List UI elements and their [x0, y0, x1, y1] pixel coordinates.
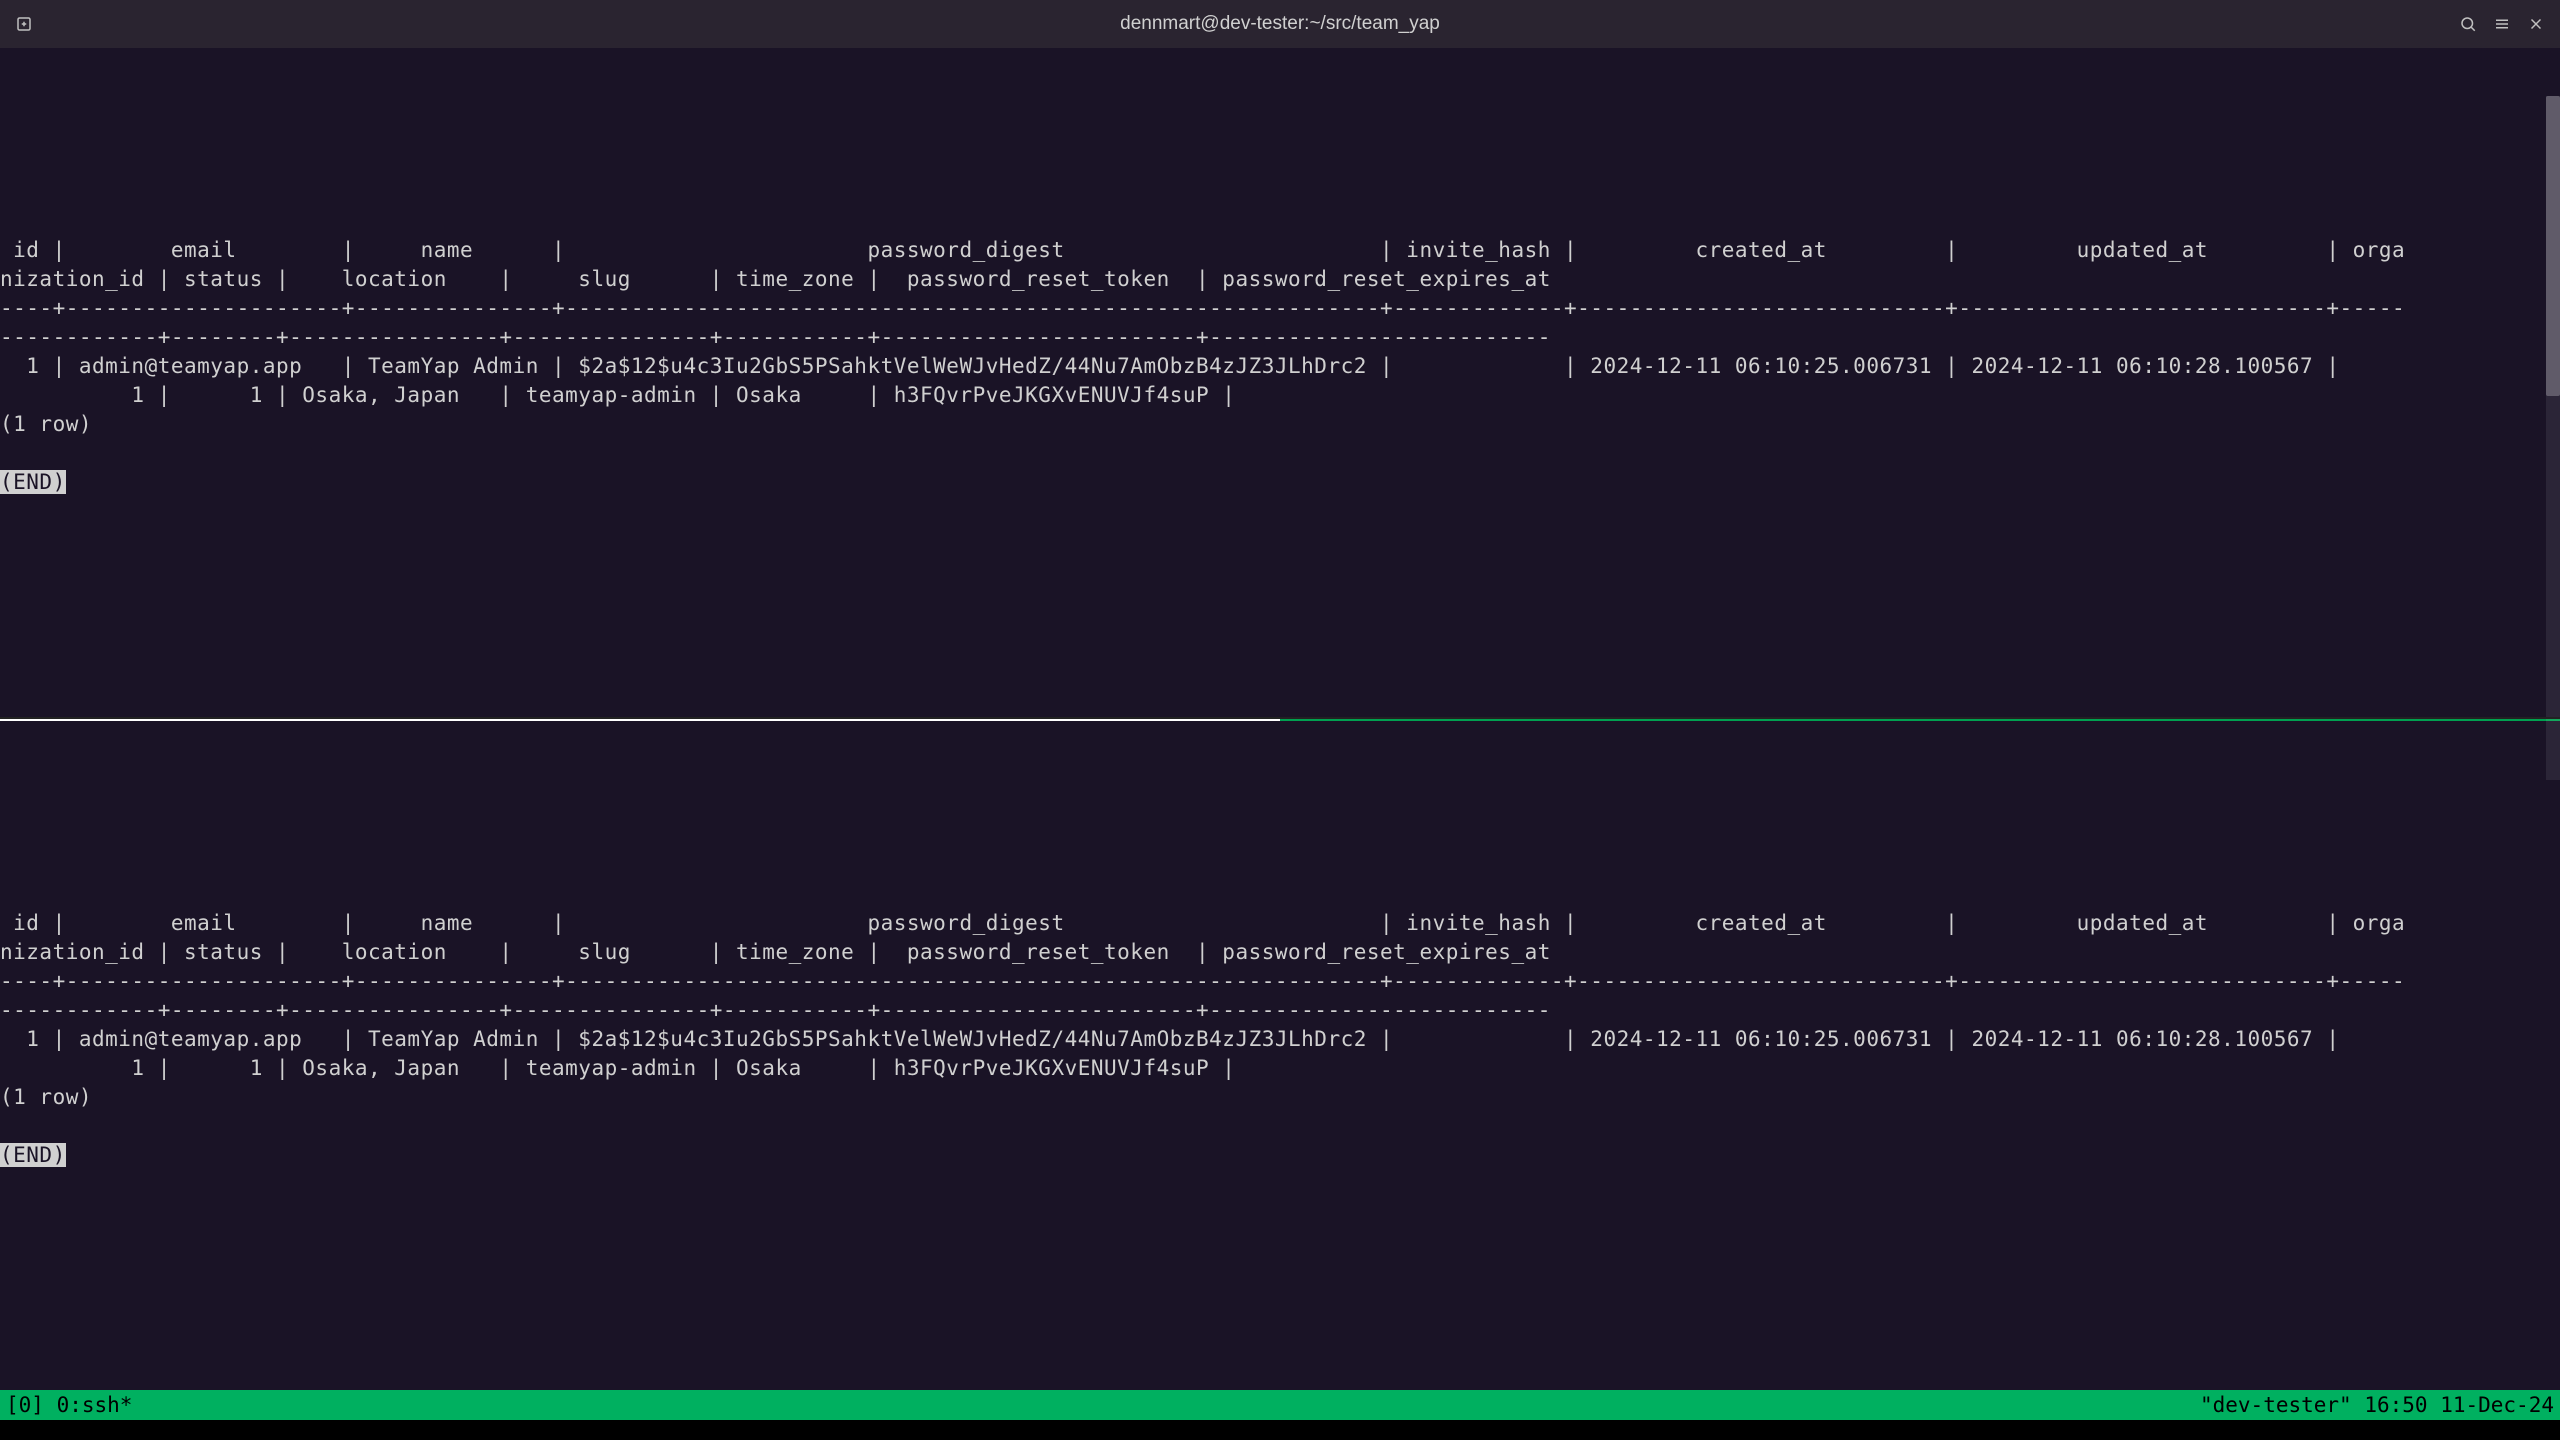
search-icon[interactable]: [2454, 10, 2482, 38]
window-title: dennmart@dev-tester:~/src/team_yap: [1120, 13, 1440, 35]
tmux-pane-top[interactable]: id | email | name | password_digest | in…: [0, 48, 2560, 719]
terminal-output-top: id | email | name | password_digest | in…: [0, 48, 2560, 497]
close-icon[interactable]: [2522, 10, 2550, 38]
tmux-status-left: [0] 0:ssh*: [6, 1393, 132, 1417]
menu-icon[interactable]: [2488, 10, 2516, 38]
tmux-status-right: "dev-tester" 16:50 11-Dec-24: [2200, 1393, 2554, 1417]
sql-row-count: (1 row): [0, 412, 92, 436]
new-tab-icon[interactable]: [10, 10, 38, 38]
pager-end-marker: (END): [0, 1143, 66, 1167]
sql-header-line1: id | email | name | password_digest | in…: [0, 238, 2405, 262]
window-bottom-chrome: [0, 1420, 2560, 1440]
sql-separator-line2: ------------+--------+----------------+-…: [0, 325, 1551, 349]
window-titlebar: dennmart@dev-tester:~/src/team_yap: [0, 0, 2560, 48]
sql-separator-line1: ----+---------------------+-------------…: [0, 969, 2405, 993]
sql-separator-line1: ----+---------------------+-------------…: [0, 296, 2405, 320]
sql-row-line1: 1 | admin@teamyap.app | TeamYap Admin | …: [0, 354, 2339, 378]
sql-separator-line2: ------------+--------+----------------+-…: [0, 998, 1551, 1022]
sql-header-line1: id | email | name | password_digest | in…: [0, 911, 2405, 935]
terminal-output-bottom: id | email | name | password_digest | in…: [0, 721, 2560, 1170]
sql-row-line2: 1 | 1 | Osaka, Japan | teamyap-admin | O…: [0, 1056, 1235, 1080]
pager-end-marker: (END): [0, 470, 66, 494]
sql-header-line2: nization_id | status | location | slug |…: [0, 940, 1551, 964]
sql-header-line2: nization_id | status | location | slug |…: [0, 267, 1551, 291]
tmux-pane-bottom[interactable]: id | email | name | password_digest | in…: [0, 721, 2560, 1390]
sql-row-line1: 1 | admin@teamyap.app | TeamYap Admin | …: [0, 1027, 2339, 1051]
tmux-status-bar: [0] 0:ssh* "dev-tester" 16:50 11-Dec-24: [0, 1390, 2560, 1420]
terminal-content[interactable]: id | email | name | password_digest | in…: [0, 48, 2560, 1420]
sql-row-line2: 1 | 1 | Osaka, Japan | teamyap-admin | O…: [0, 383, 1235, 407]
sql-row-count: (1 row): [0, 1085, 92, 1109]
